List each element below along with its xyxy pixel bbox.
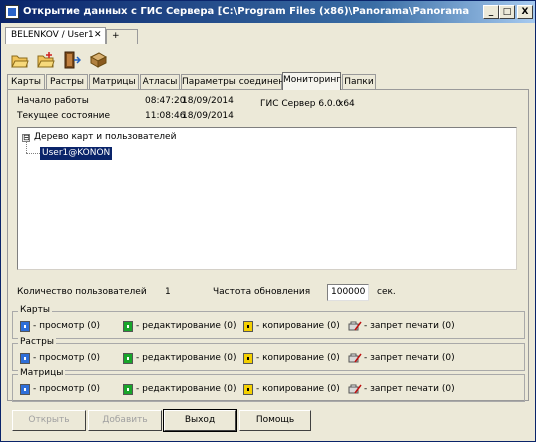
view-icon <box>20 384 30 395</box>
exit-door-icon[interactable] <box>63 51 82 69</box>
tab-matrices[interactable]: Матрицы <box>89 74 139 90</box>
minimize-button[interactable]: _ <box>483 5 499 19</box>
tree-root-label[interactable]: Дерево карт и пользователей <box>34 132 176 142</box>
monitoring-panel: Начало работы 08:47:20 18/09/2014 ГИС Се… <box>7 89 529 402</box>
copy-icon <box>243 353 253 364</box>
edit-icon <box>123 321 133 332</box>
copy-icon <box>243 321 253 332</box>
close-tab-icon[interactable]: ✕ <box>94 28 102 43</box>
matrices-group: Матрицы - просмотр (0) - редактирование … <box>12 368 525 402</box>
view-icon <box>20 353 30 364</box>
copy-icon <box>243 384 253 395</box>
no-print-icon <box>348 384 362 394</box>
app-icon <box>5 5 19 19</box>
group-title: Карты <box>18 305 52 315</box>
legend-label: - редактирование (0) <box>136 353 237 363</box>
refresh-rate-unit: сек. <box>377 287 396 297</box>
current-date: 18/09/2014 <box>182 111 234 121</box>
open-folder-icon[interactable] <box>11 51 29 69</box>
legend-label: - копирование (0) <box>256 384 340 394</box>
exit-button[interactable]: Выход <box>163 409 237 432</box>
tab-rasters[interactable]: Растры <box>46 74 88 90</box>
tab-atlases[interactable]: Атласы <box>140 74 180 90</box>
view-icon <box>20 321 30 332</box>
users-tree[interactable]: ⊟ Дерево карт и пользователей User1@KONO… <box>17 127 517 270</box>
legend-label: - копирование (0) <box>256 353 340 363</box>
tab-connection-params[interactable]: Параметры соединения <box>181 74 295 90</box>
open-folder-add-icon[interactable] <box>37 51 55 69</box>
legend-label: - просмотр (0) <box>33 321 101 331</box>
add-button[interactable]: Добавить <box>88 410 162 431</box>
maps-group: Карты - просмотр (0) - редактирование (0… <box>12 305 525 339</box>
start-label: Начало работы <box>17 96 89 106</box>
refresh-rate-input[interactable]: 100000 <box>327 284 369 301</box>
edit-icon <box>123 353 133 364</box>
no-print-icon <box>348 321 362 331</box>
connection-tab-label: BELENKOV / User1 <box>11 30 94 40</box>
no-print-icon <box>348 353 362 363</box>
rasters-group: Растры - просмотр (0) - редактирование (… <box>12 337 525 371</box>
window-title: Открытие данных с ГИС Сервера [C:\Progra… <box>23 6 469 17</box>
tree-connector <box>26 153 40 154</box>
open-button[interactable]: Открыть <box>12 410 86 431</box>
legend-label: - запрет печати (0) <box>364 321 455 331</box>
users-count-value: 1 <box>165 287 171 297</box>
current-time: 11:08:46 <box>145 111 186 121</box>
tab-monitoring[interactable]: Мониторинг <box>282 72 341 90</box>
tree-item-user[interactable]: User1@KONON <box>40 147 113 160</box>
legend-label: - запрет печати (0) <box>364 353 455 363</box>
group-title: Растры <box>18 337 56 347</box>
group-title: Матрицы <box>18 368 66 378</box>
current-label: Текущее состояние <box>17 111 111 121</box>
legend-label: - просмотр (0) <box>33 353 101 363</box>
start-date: 18/09/2014 <box>182 96 234 106</box>
collapse-icon[interactable]: ⊟ <box>22 134 30 142</box>
server-version: ГИС Сервер 6.0.0 <box>260 99 342 109</box>
legend-label: - редактирование (0) <box>136 321 237 331</box>
title-bar[interactable]: Открытие данных с ГИС Сервера [C:\Progra… <box>1 1 535 23</box>
edit-icon <box>123 384 133 395</box>
tab-maps[interactable]: Карты <box>7 74 45 90</box>
legend-label: - просмотр (0) <box>33 384 101 394</box>
tree-connector <box>26 142 27 153</box>
add-connection-tab[interactable]: + <box>106 29 138 44</box>
maximize-button[interactable]: □ <box>499 5 515 19</box>
legend-label: - редактирование (0) <box>136 384 237 394</box>
server-arch: x64 <box>338 99 355 109</box>
connection-tab-belenkov[interactable]: BELENKOV / User1 ✕ <box>5 27 106 44</box>
atlas-book-icon[interactable] <box>89 51 108 69</box>
legend-label: - копирование (0) <box>256 321 340 331</box>
users-count-label: Количество пользователей <box>17 287 147 297</box>
dialog-window: Открытие данных с ГИС Сервера [C:\Progra… <box>0 0 536 442</box>
start-time: 08:47:20 <box>145 96 186 106</box>
help-button[interactable]: Помощь <box>239 410 311 431</box>
refresh-rate-label: Частота обновления <box>213 287 311 297</box>
close-button[interactable]: X <box>517 5 533 19</box>
tab-folders[interactable]: Папки <box>342 74 376 90</box>
legend-label: - запрет печати (0) <box>364 384 455 394</box>
